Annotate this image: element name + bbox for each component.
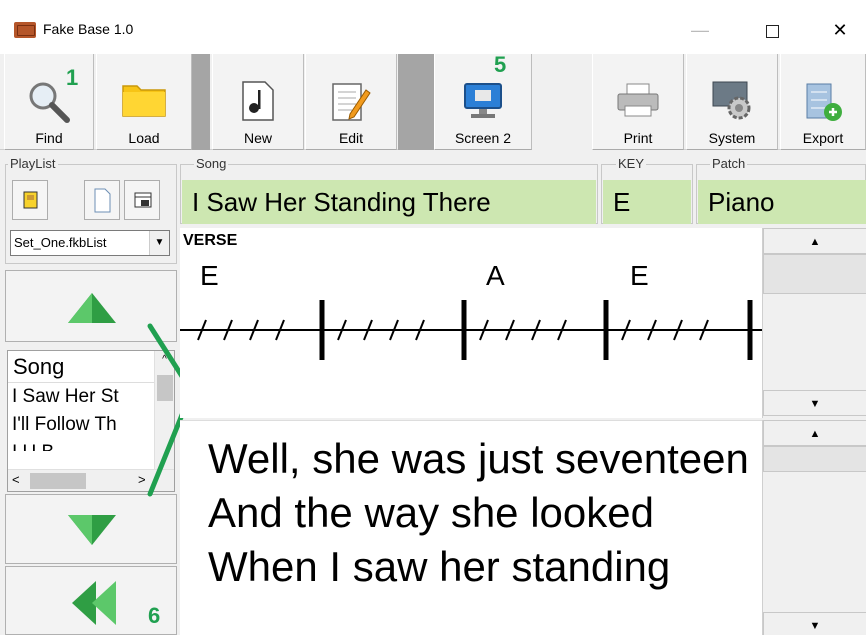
- scroll-up-arrow-icon[interactable]: ▲: [763, 420, 866, 446]
- lyric-line: Well, she was just seventeen: [208, 435, 749, 482]
- scroll-down-arrow-icon[interactable]: ▼: [763, 390, 866, 416]
- scroll-up-arrow-icon[interactable]: ▲: [763, 228, 866, 254]
- beat-staff: [180, 300, 762, 360]
- lyric-line: And the way she looked: [208, 489, 654, 536]
- annotation-6: 6: [148, 603, 161, 628]
- lyrics-panel: Well, she was just seventeen And the way…: [180, 420, 762, 635]
- scroll-down-arrow-icon[interactable]: ▼: [763, 612, 866, 635]
- chord-chart: VERSE E A E: [180, 228, 762, 418]
- scroll-thumb[interactable]: [763, 254, 866, 294]
- lyrics-scrollbar[interactable]: ▲ ▼: [762, 420, 866, 635]
- chart-scrollbar[interactable]: ▲ ▼: [762, 228, 866, 418]
- lyric-line: When I saw her standing: [208, 543, 671, 590]
- scroll-thumb[interactable]: [763, 446, 866, 472]
